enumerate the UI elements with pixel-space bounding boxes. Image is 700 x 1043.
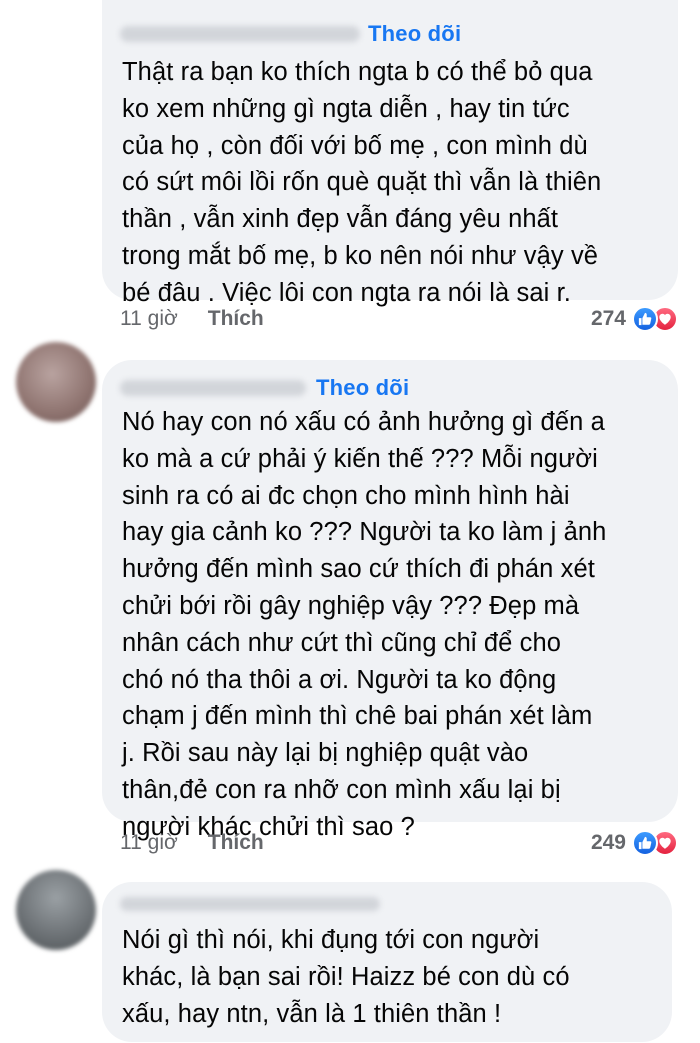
like-icon [632,306,658,332]
comment-text: Thật ra bạn ko thích ngta b có thể bỏ qu… [122,58,602,307]
comment-time[interactable]: 11 giờ [120,831,178,855]
like-icon [632,830,658,856]
author-name-blurred[interactable] [120,26,360,42]
comment-text: Nói gì thì nói, khi đụng tới con người k… [122,926,570,1028]
author-name-blurred[interactable] [120,380,306,396]
avatar[interactable] [16,342,96,422]
author-name-blurred[interactable] [120,897,380,911]
avatar[interactable] [16,870,96,950]
reaction-count: 249 [590,831,626,854]
comment-meta: 11 giờ Thích [120,304,264,334]
reaction-count: 274 [590,307,626,330]
comment-author-row [120,890,380,918]
reactions-summary[interactable]: 249 [591,828,678,858]
comment-author-row: Theo dõi [120,374,409,402]
comment-author-row: Theo dõi [120,20,461,48]
comment-time[interactable]: 11 giờ [120,307,178,331]
like-button[interactable]: Thích [208,831,264,855]
comment-text: Nó hay con nó xấu có ảnh hưởng gì đến a … [122,408,607,841]
reactions-summary[interactable]: 274 [591,304,678,334]
comment-meta: 11 giờ Thích [120,828,264,858]
follow-button[interactable]: Theo dõi [316,375,409,401]
like-button[interactable]: Thích [208,307,264,331]
follow-button[interactable]: Theo dõi [368,21,461,47]
